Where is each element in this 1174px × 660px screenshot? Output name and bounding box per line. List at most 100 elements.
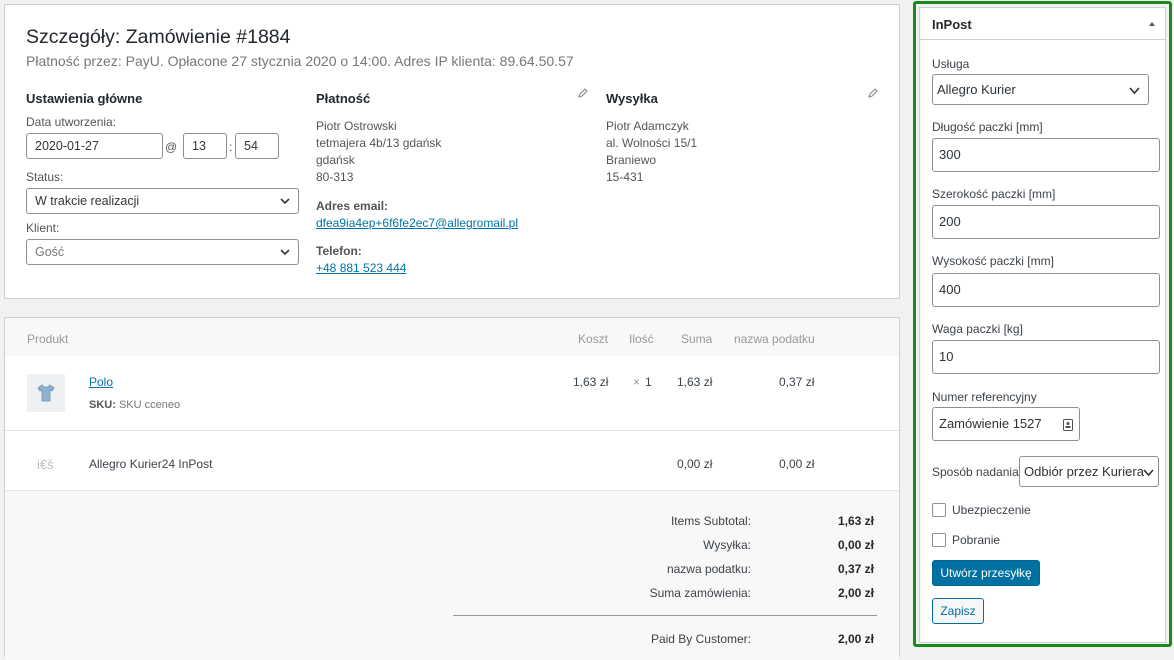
sku-value: SKU cceneo: [118, 399, 181, 411]
service-label: Usługa: [932, 57, 970, 71]
order-meta: Płatność przez: PayU. Opłacone 27 styczn…: [26, 53, 574, 69]
method-select[interactable]: Odbiór przez Kuriera: [1019, 456, 1159, 487]
client-select-value: Gość: [35, 245, 65, 259]
insurance-checkbox[interactable]: [932, 503, 946, 517]
totals-divider: [453, 615, 877, 616]
billing-line-2: tetmajera 4b/13 gdańsk: [316, 136, 442, 150]
billing-line-4: 80-313: [316, 170, 354, 184]
order-total-label: Suma zamówienia:: [649, 586, 751, 600]
billing-line-1: Piotr Ostrowski: [316, 119, 397, 133]
inpost-header[interactable]: InPost: [920, 8, 1165, 40]
product-sku: SKU: SKU cceneo: [89, 399, 180, 411]
product-tax: 0,37 zł: [779, 375, 815, 389]
shipping-total: 0,00 zł: [677, 457, 713, 471]
method-select-value: Odbiór przez Kuriera: [1024, 464, 1144, 479]
save-button[interactable]: Zapisz: [932, 598, 984, 624]
row-divider: [5, 490, 899, 491]
time-colon: :: [229, 140, 233, 154]
service-select[interactable]: Allegro Kurier: [932, 74, 1149, 105]
paid-value: 2,00 zł: [837, 632, 874, 646]
product-qty: 1: [645, 375, 652, 389]
qty-times: ×: [633, 375, 641, 389]
status-label: Status:: [26, 170, 64, 184]
order-totals: Items Subtotal: 1,63 zł Wysyłka: 0,00 zł…: [5, 490, 899, 660]
subtotal-value: 1,63 zł: [837, 514, 874, 528]
shipping-total-label: Wysyłka:: [703, 538, 751, 552]
at-sign: @: [165, 140, 178, 154]
general-heading: Ustawienia główne: [26, 91, 143, 106]
order-total-value: 2,00 zł: [837, 586, 874, 600]
phone-link[interactable]: +48 881 523 444: [316, 260, 406, 277]
col-tax: nazwa podatku: [734, 332, 815, 346]
sku-label: SKU:: [89, 399, 116, 411]
pencil-icon[interactable]: [577, 87, 589, 99]
tax-total-value: 0,37 zł: [837, 562, 874, 576]
cod-checkbox[interactable]: [932, 533, 946, 547]
email-link[interactable]: dfea9ia4ep+6f6fe2ec7@allegromail.pl: [316, 215, 518, 232]
reference-input[interactable]: Zamówienie 1527: [932, 407, 1080, 441]
col-product: Produkt: [27, 332, 69, 346]
length-label: Długość paczki [mm]: [932, 120, 1043, 134]
email-label: Adres email:: [316, 199, 389, 213]
shirt-icon: [37, 384, 55, 402]
hour-input[interactable]: 13: [183, 133, 227, 159]
shipping-line-2: al. Wolności 15/1: [606, 136, 698, 150]
phone-label: Telefon:: [316, 244, 362, 258]
product-total: 1,63 zł: [677, 375, 713, 389]
length-input[interactable]: 300: [932, 138, 1160, 172]
row-divider: [5, 430, 899, 431]
date-label: Data utworzenia:: [26, 115, 117, 129]
insurance-label: Ubezpieczenie: [952, 503, 1031, 517]
items-header: Produkt Koszt Ilość Suma nazwa podatku: [5, 318, 899, 356]
shipping-method-name: Allegro Kurier24 InPost: [89, 457, 213, 471]
height-input[interactable]: 400: [932, 273, 1160, 307]
chevron-down-icon: [1143, 469, 1154, 477]
weight-label: Waga paczki [kg]: [932, 322, 1023, 336]
tax-total-label: nazwa podatku:: [666, 562, 751, 576]
subtotal-label: Items Subtotal:: [670, 514, 751, 528]
minute-input[interactable]: 54: [235, 133, 279, 159]
shipping-line-1: Piotr Adamczyk: [606, 119, 689, 133]
shipping-heading: Wysyłka: [606, 91, 658, 106]
inpost-highlight-frame: InPost Usługa Allegro Kurier Długość pac…: [913, 1, 1172, 647]
page-title: Szczegóły: Zamówienie #1884: [26, 26, 291, 48]
method-label: Sposób nadania: [932, 465, 1019, 479]
billing-heading: Płatność: [316, 91, 371, 106]
client-select[interactable]: Gość: [26, 239, 299, 265]
weight-input[interactable]: 10: [932, 340, 1160, 374]
reference-label: Numer referencyjny: [932, 390, 1037, 404]
product-name-link[interactable]: Polo: [89, 375, 113, 389]
reference-value: Zamówienie 1527: [939, 416, 1042, 431]
status-select-value: W trakcie realizacji: [35, 194, 140, 208]
paid-label: Paid By Customer:: [650, 632, 751, 646]
order-details-panel: Szczegóły: Zamówienie #1884 Płatność prz…: [4, 4, 900, 299]
inpost-title: InPost: [932, 17, 972, 32]
status-select[interactable]: W trakcie realizacji: [26, 188, 299, 214]
chevron-down-icon: [280, 249, 290, 256]
date-input[interactable]: 2020-01-27: [26, 133, 163, 159]
shipping-tax: 0,00 zł: [779, 457, 815, 471]
contact-card-icon: [1063, 419, 1073, 431]
shipping-line-3: Braniewo: [606, 153, 657, 167]
col-qty: Ilość: [629, 332, 654, 346]
chevron-down-icon: [1129, 87, 1140, 95]
pencil-icon[interactable]: [867, 87, 879, 99]
shipping-line-icon: i€š: [37, 457, 54, 472]
chevron-down-icon: [280, 198, 290, 205]
shipping-total-value: 0,00 zł: [837, 538, 874, 552]
shipping-line-4: 15-431: [606, 170, 644, 184]
col-cost: Koszt: [578, 332, 609, 346]
product-thumbnail: [27, 374, 65, 412]
cod-label: Pobranie: [952, 533, 1001, 547]
product-cost: 1,63 zł: [573, 375, 609, 389]
inpost-panel: InPost Usługa Allegro Kurier Długość pac…: [919, 7, 1166, 643]
order-items-panel: Produkt Koszt Ilość Suma nazwa podatku P…: [4, 317, 900, 660]
width-input[interactable]: 200: [932, 205, 1160, 239]
collapse-arrow-icon[interactable]: [1147, 19, 1157, 29]
width-label: Szerokość paczki [mm]: [932, 187, 1056, 201]
height-label: Wysokość paczki [mm]: [932, 254, 1054, 268]
col-total: Suma: [681, 332, 713, 346]
billing-line-3: gdańsk: [316, 153, 355, 167]
create-shipment-button[interactable]: Utwórz przesyłkę: [932, 560, 1040, 586]
client-label: Klient:: [26, 221, 60, 235]
